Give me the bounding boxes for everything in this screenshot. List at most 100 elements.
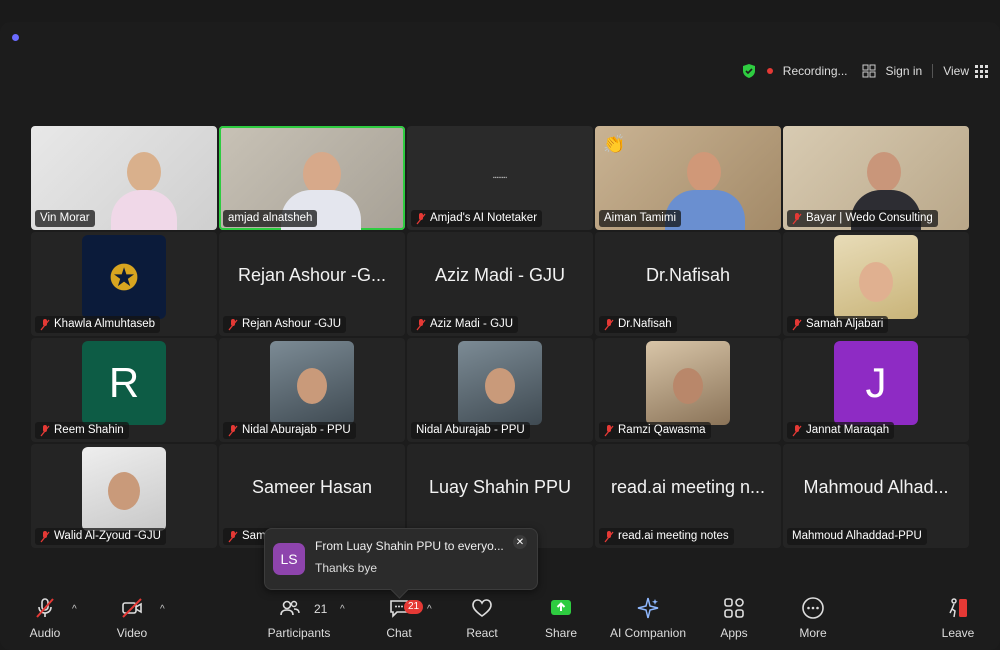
chat-notification[interactable]: LS From Luay Shahin PPU to everyo... Tha… <box>264 528 538 599</box>
chat-sender: From Luay Shahin PPU to everyo... <box>315 539 504 553</box>
participant-tile[interactable]: Nidal Aburajab - PPU <box>407 338 593 442</box>
audio-button[interactable]: Audio <box>5 596 85 640</box>
profile-photo <box>82 447 166 531</box>
chat-button[interactable]: 21 Chat <box>359 596 439 640</box>
react-label: React <box>466 626 498 640</box>
record-dot-icon <box>766 68 773 74</box>
leave-icon <box>949 598 967 618</box>
mic-off-icon <box>604 318 614 330</box>
participant-name-label: Nidal Aburajab - PPU <box>411 422 530 439</box>
mic-off-icon <box>792 318 802 330</box>
participant-name-label: Rejan Ashour -GJU <box>223 316 347 333</box>
more-button[interactable]: More <box>773 596 853 640</box>
participant-display-name: Luay Shahin PPU <box>428 476 572 497</box>
more-label: More <box>799 626 827 640</box>
share-screen-icon <box>551 600 571 615</box>
grid-icon[interactable] <box>862 64 876 78</box>
participant-name-label: Khawla Almuhtaseb <box>35 316 161 333</box>
video-label: Video <box>116 626 148 640</box>
participant-name-label: Reem Shahin <box>35 422 129 439</box>
top-bar: Recording... Sign in View <box>741 60 988 82</box>
more-icon <box>802 597 824 619</box>
audio-label: Audio <box>29 626 61 640</box>
participant-name-label: Bayar | Wedo Consulting <box>787 210 938 227</box>
participant-name-label: Nidal Aburajab - PPU <box>223 422 356 439</box>
audio-options-chevron-icon[interactable]: ^ <box>72 604 77 615</box>
video-button[interactable]: Video <box>92 596 172 640</box>
participant-name-label: Ramzi Qawasma <box>599 422 711 439</box>
participant-tile[interactable]: ★ Khawla Almuhtaseb <box>31 232 217 336</box>
mic-off-icon <box>40 318 50 330</box>
participant-display-name: Mahmoud Alhad... <box>803 476 949 497</box>
divider <box>932 64 934 78</box>
participant-name-label: amjad alnatsheh <box>223 210 318 227</box>
participant-name-label: Vin Morar <box>35 210 95 227</box>
participant-tile[interactable]: Walid Al-Zyoud -GJU <box>31 444 217 548</box>
participant-display-name: Rejan Ashour -G... <box>237 264 387 285</box>
view-button[interactable]: View <box>943 64 988 78</box>
participant-name-label: read.ai meeting notes <box>599 528 734 545</box>
participant-tile[interactable]: read.ai meeting n... read.ai meeting not… <box>595 444 781 548</box>
participant-display-name: read.ai meeting n... <box>610 476 766 497</box>
apps-label: Apps <box>720 626 748 640</box>
participant-tile[interactable]: Ramzi Qawasma <box>595 338 781 442</box>
participant-display-name: Aziz Madi - GJU <box>434 264 566 285</box>
mic-off-icon <box>40 424 50 436</box>
mic-off-icon <box>792 212 802 224</box>
initial-avatar: J <box>834 341 918 425</box>
notetaker-video: ▪▪▪▪▪▪▪▪ <box>492 175 508 181</box>
participant-name-label: Walid Al-Zyoud -GJU <box>35 528 166 545</box>
participant-tile[interactable]: Bayar | Wedo Consulting <box>783 126 969 230</box>
video-options-chevron-icon[interactable]: ^ <box>160 604 165 615</box>
chat-message: Thanks bye <box>315 561 378 575</box>
recording-indicator[interactable]: Recording... <box>766 64 848 78</box>
mic-off-icon <box>228 530 238 542</box>
view-label: View <box>943 64 969 78</box>
share-label: Share <box>544 626 578 640</box>
participant-display-name: Dr.Nafisah <box>645 264 731 285</box>
participant-tile[interactable]: Dr.Nafisah Dr.Nafisah <box>595 232 781 336</box>
participant-name-label: Mahmoud Alhaddad-PPU <box>787 528 927 545</box>
sparkle-icon <box>637 597 659 619</box>
chat-options-chevron-icon[interactable]: ^ <box>427 604 432 615</box>
apps-icon <box>724 598 744 618</box>
participant-tile[interactable]: J Jannat Maraqah <box>783 338 969 442</box>
video-off-icon <box>122 598 142 618</box>
participants-count: 21 <box>314 602 328 616</box>
participant-tile[interactable]: R Reem Shahin <box>31 338 217 442</box>
profile-photo <box>270 341 354 425</box>
participant-display-name: Sameer Hasan <box>251 476 373 497</box>
participant-name-label: Amjad's AI Notetaker <box>411 210 543 227</box>
share-button[interactable]: Share <box>521 596 601 640</box>
initial-avatar: R <box>82 341 166 425</box>
profile-photo <box>646 341 730 425</box>
participant-tile[interactable]: 👏 Aiman Tamimi <box>595 126 781 230</box>
mic-off-icon <box>228 318 238 330</box>
raise-hand-icon: 👏 <box>603 134 626 154</box>
react-button[interactable]: React <box>442 596 522 640</box>
mic-off-icon <box>604 530 614 542</box>
participant-tile[interactable]: Aziz Madi - GJU Aziz Madi - GJU <box>407 232 593 336</box>
participant-tile[interactable]: Rejan Ashour -G... Rejan Ashour -GJU <box>219 232 405 336</box>
participants-label: Participants <box>267 626 331 640</box>
mic-off-icon <box>416 212 426 224</box>
sign-in-button[interactable]: Sign in <box>886 64 923 78</box>
participant-tile[interactable]: ▪▪▪▪▪▪▪▪ Amjad's AI Notetaker <box>407 126 593 230</box>
leave-button[interactable]: Leave <box>918 596 998 640</box>
participant-tile[interactable]: Nidal Aburajab - PPU <box>219 338 405 442</box>
leave-label: Leave <box>941 626 975 640</box>
ai-companion-button[interactable]: AI Companion <box>608 596 688 640</box>
participant-tile[interactable]: Vin Morar <box>31 126 217 230</box>
participant-tile[interactable]: Samah Aljabari <box>783 232 969 336</box>
participant-name-label: Aiman Tamimi <box>599 210 681 227</box>
ai-companion-label: AI Companion <box>609 626 687 640</box>
participant-tile[interactable]: Mahmoud Alhad... Mahmoud Alhaddad-PPU <box>783 444 969 548</box>
shield-check-icon[interactable] <box>741 63 757 79</box>
close-icon[interactable]: ✕ <box>513 535 527 549</box>
profile-photo <box>458 341 542 425</box>
participants-options-chevron-icon[interactable]: ^ <box>340 604 345 615</box>
profile-photo <box>834 235 918 319</box>
apps-button[interactable]: Apps <box>694 596 774 640</box>
mic-off-icon <box>792 424 802 436</box>
participant-tile-active-speaker[interactable]: amjad alnatsheh <box>219 126 405 230</box>
